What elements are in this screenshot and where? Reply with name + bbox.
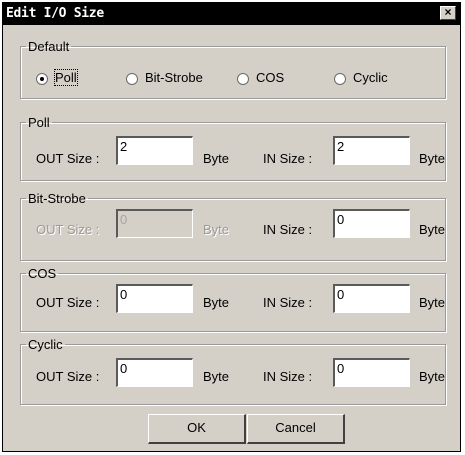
cos-in-size-label: IN Size : bbox=[263, 295, 313, 310]
radio-cyclic-circle[interactable] bbox=[334, 73, 346, 85]
bit-strobe-out-size-label: OUT Size : bbox=[36, 222, 100, 237]
bit-strobe-in-size-input[interactable]: 0 bbox=[333, 209, 410, 238]
cyclic-in-size-label: IN Size : bbox=[263, 369, 313, 384]
cyclic-out-size-label: OUT Size : bbox=[36, 369, 100, 384]
ok-button[interactable]: OK bbox=[148, 414, 246, 444]
cos-group-legend: COS bbox=[28, 266, 57, 281]
bit-strobe-out-unit: Byte bbox=[203, 222, 230, 237]
poll-out-size-input[interactable]: 2 bbox=[116, 136, 193, 165]
bit-strobe-out-size-input: 0 bbox=[116, 209, 193, 238]
cos-in-unit: Byte bbox=[419, 295, 446, 310]
cyclic-in-unit: Byte bbox=[419, 369, 446, 384]
poll-out-size-label: OUT Size : bbox=[36, 151, 100, 166]
default-group: Default bbox=[20, 39, 446, 99]
cyclic-in-size-input[interactable]: 0 bbox=[333, 358, 410, 387]
poll-out-unit: Byte bbox=[203, 151, 230, 166]
title-bar: Edit I/O Size × bbox=[3, 3, 460, 25]
dialog-title: Edit I/O Size bbox=[6, 6, 104, 21]
poll-in-size-label: IN Size : bbox=[263, 151, 313, 166]
radio-bit-strobe-circle[interactable] bbox=[126, 73, 138, 85]
radio-cyclic-label[interactable]: Cyclic bbox=[353, 70, 388, 85]
bit-strobe-group-legend: Bit-Strobe bbox=[28, 191, 86, 206]
bit-strobe-in-unit: Byte bbox=[419, 222, 446, 237]
radio-cos-circle[interactable] bbox=[237, 73, 249, 85]
radio-cos-label[interactable]: COS bbox=[256, 70, 284, 85]
close-icon[interactable]: × bbox=[440, 6, 456, 20]
cyclic-group-legend: Cyclic bbox=[28, 337, 63, 352]
radio-bit-strobe-label[interactable]: Bit-Strobe bbox=[145, 70, 203, 85]
default-group-legend: Default bbox=[28, 39, 70, 54]
cos-out-unit: Byte bbox=[203, 295, 230, 310]
cos-out-size-input[interactable]: 0 bbox=[116, 284, 193, 313]
bit-strobe-in-size-label: IN Size : bbox=[263, 222, 313, 237]
cos-in-size-input[interactable]: 0 bbox=[333, 284, 410, 313]
cyclic-out-unit: Byte bbox=[203, 369, 230, 384]
radio-poll-circle[interactable] bbox=[36, 73, 48, 85]
cyclic-out-size-input[interactable]: 0 bbox=[116, 358, 193, 387]
cancel-button[interactable]: Cancel bbox=[247, 414, 345, 444]
cos-out-size-label: OUT Size : bbox=[36, 295, 100, 310]
poll-in-unit: Byte bbox=[419, 151, 446, 166]
edit-io-size-dialog: Edit I/O Size × Default Poll Bit-Strobe … bbox=[2, 2, 461, 452]
radio-poll-label[interactable]: Poll bbox=[54, 69, 78, 86]
poll-in-size-input[interactable]: 2 bbox=[333, 136, 410, 165]
poll-group-legend: Poll bbox=[28, 115, 50, 130]
